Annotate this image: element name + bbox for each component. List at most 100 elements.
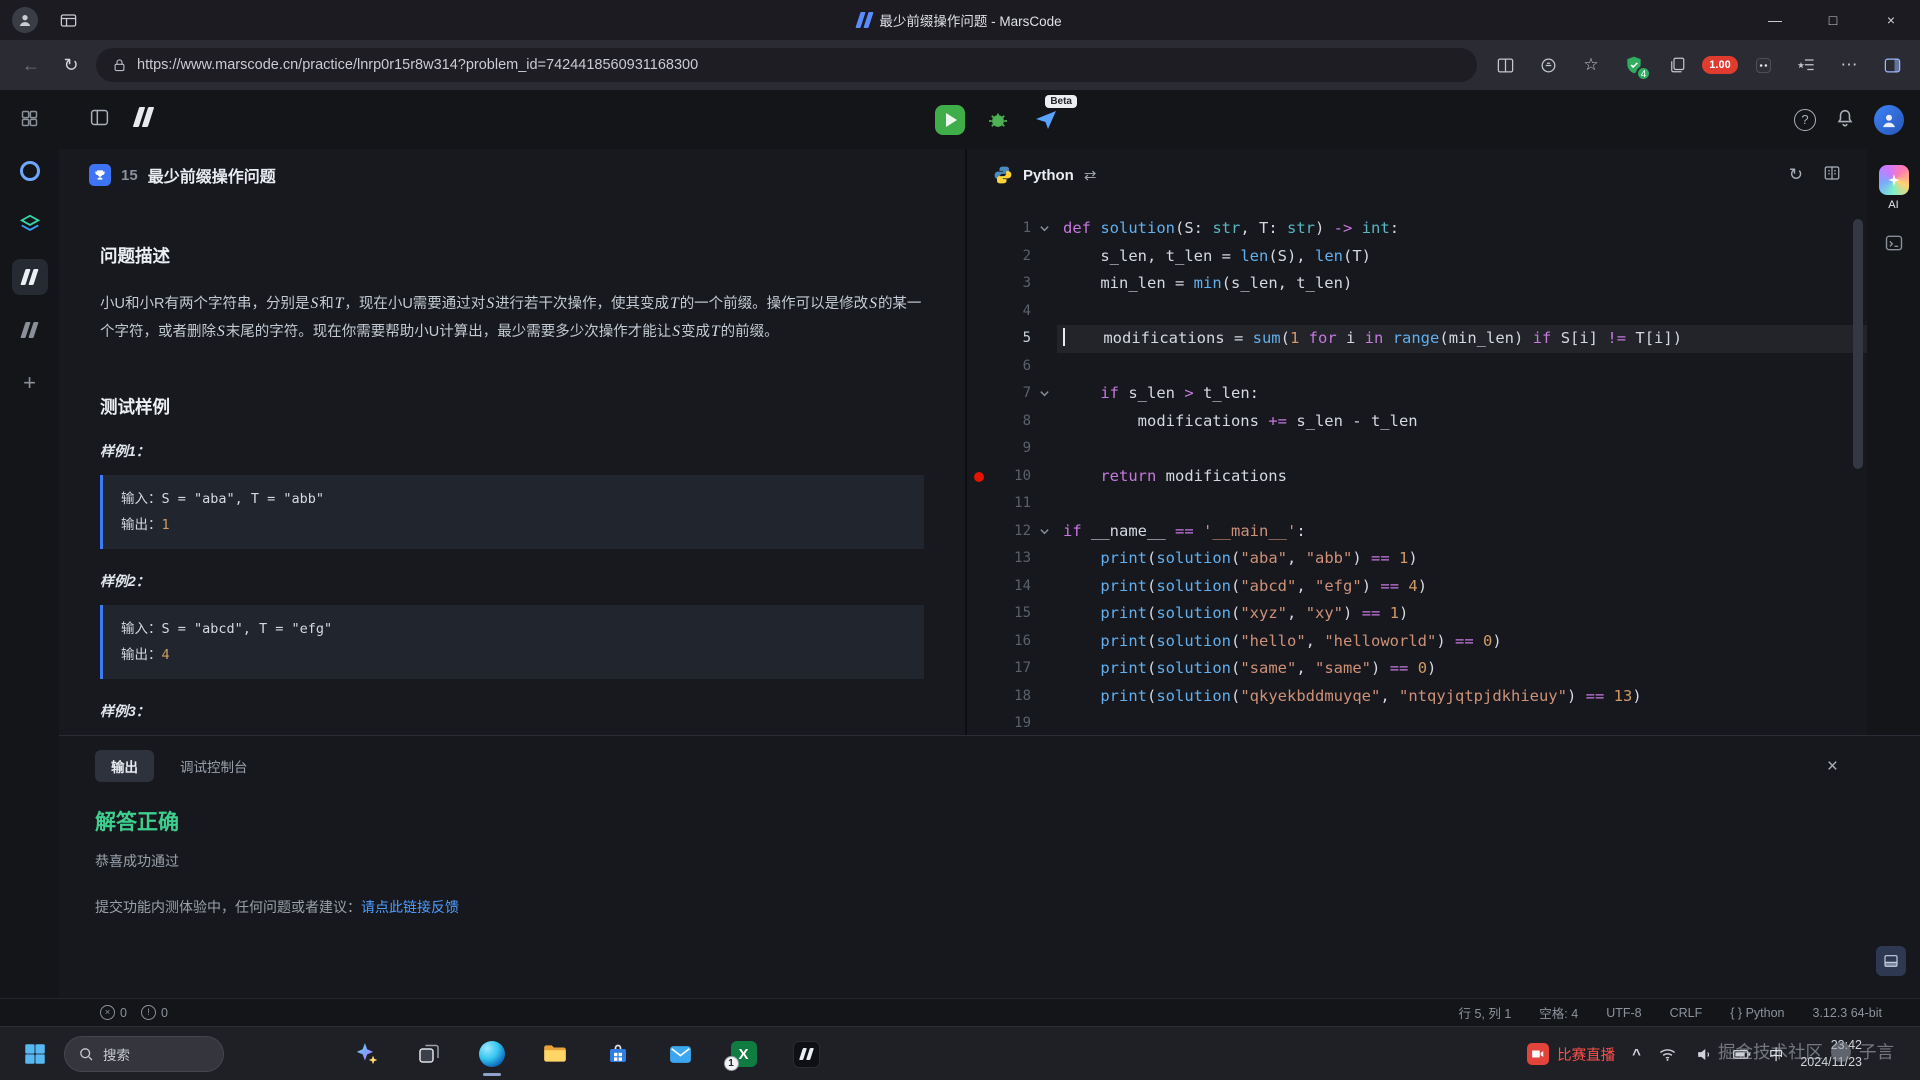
tab-debug-console[interactable]: 调试控制台	[180, 756, 248, 776]
help-button[interactable]: ?	[1794, 108, 1816, 131]
extension-icon[interactable]	[1751, 53, 1775, 77]
breakpoint-gutter[interactable]	[967, 270, 989, 298]
breakpoint-gutter[interactable]	[967, 573, 989, 601]
line-number[interactable]: 18	[989, 683, 1031, 711]
breakpoint-gutter[interactable]	[967, 435, 989, 463]
rail-add-button[interactable]: +	[12, 365, 48, 401]
edge-icon[interactable]	[478, 1041, 505, 1068]
rail-item-explore[interactable]	[12, 153, 48, 189]
code-line-2[interactable]: 2 s_len, t_len = len(S), len(T)	[967, 243, 1867, 271]
status-item-4[interactable]: { } Python	[1730, 1006, 1784, 1020]
errors-indicator[interactable]: × 0	[100, 1005, 127, 1020]
status-item-5[interactable]: 3.12.3 64-bit	[1813, 1006, 1883, 1020]
taskbar-search[interactable]: 搜索	[64, 1036, 224, 1072]
refresh-button[interactable]: ↻	[56, 55, 86, 76]
ai-assistant-button[interactable]: AI	[1878, 165, 1909, 211]
code-line-4[interactable]: 4	[967, 298, 1867, 326]
warnings-indicator[interactable]: ! 0	[140, 1005, 168, 1020]
notifications-bell-icon[interactable]	[1834, 106, 1856, 133]
ime-indicator[interactable]: 中	[1769, 1044, 1784, 1065]
breakpoint-gutter[interactable]	[967, 353, 989, 381]
battery-icon[interactable]	[1732, 1044, 1752, 1064]
code-line-18[interactable]: 18 print(solution("qkyekbddmuyqe", "ntqy…	[967, 683, 1867, 711]
breakpoint-gutter[interactable]	[967, 325, 989, 353]
live-broadcast-button[interactable]: 比赛直播	[1527, 1043, 1615, 1065]
address-bar[interactable]: https://www.marscode.cn/practice/lnrp0r1…	[96, 48, 1477, 82]
language-switch-icon[interactable]: ⇄	[1084, 166, 1097, 184]
line-number[interactable]: 1	[989, 215, 1031, 243]
line-number[interactable]: 5	[989, 325, 1031, 353]
breakpoint-gutter[interactable]	[967, 545, 989, 573]
adblock-shield-icon[interactable]: 4	[1622, 53, 1651, 81]
line-number[interactable]: 4	[989, 298, 1031, 326]
line-number[interactable]: 14	[989, 573, 1031, 601]
code-line-1[interactable]: 1 def solution(S: str, T: str) -> int:	[967, 215, 1867, 243]
wifi-icon[interactable]	[1658, 1044, 1678, 1064]
rail-item-marscode[interactable]	[12, 312, 48, 348]
back-button[interactable]: ←	[16, 55, 46, 76]
line-number[interactable]: 8	[989, 408, 1031, 436]
breakpoint-gutter[interactable]	[967, 683, 989, 711]
store-icon[interactable]	[604, 1041, 631, 1068]
line-number[interactable]: 17	[989, 655, 1031, 683]
line-number[interactable]: 10	[989, 463, 1031, 491]
marscode-taskbar-icon[interactable]	[793, 1040, 820, 1068]
line-number[interactable]: 11	[989, 490, 1031, 518]
status-item-1[interactable]: 空格: 4	[1539, 1003, 1578, 1022]
breakpoint-gutter[interactable]	[967, 408, 989, 436]
breakpoint-gutter[interactable]	[967, 655, 989, 683]
debug-button[interactable]	[983, 105, 1013, 135]
code-line-16[interactable]: 16 print(solution("hello", "helloworld")…	[967, 628, 1867, 656]
status-item-3[interactable]: CRLF	[1670, 1006, 1703, 1020]
task-view-icon[interactable]	[415, 1041, 442, 1068]
line-number[interactable]: 7	[989, 380, 1031, 408]
code-line-14[interactable]: 14 print(solution("abcd", "efg") == 4)	[967, 573, 1867, 601]
breakpoint-gutter[interactable]	[967, 710, 989, 735]
rail-item-marscode-active[interactable]	[11, 259, 48, 295]
workspaces-icon[interactable]	[56, 8, 80, 32]
run-button[interactable]	[935, 104, 965, 135]
fold-chevron-icon[interactable]	[1031, 215, 1057, 243]
user-avatar[interactable]	[1874, 104, 1904, 135]
minimize-button[interactable]: —	[1746, 0, 1804, 40]
code-line-12[interactable]: 12 if __name__ == '__main__':	[967, 518, 1867, 546]
code-line-19[interactable]: 19	[967, 710, 1867, 735]
devtools-icon[interactable]	[1884, 233, 1904, 258]
line-number[interactable]: 13	[989, 545, 1031, 573]
start-button[interactable]	[22, 1041, 48, 1067]
line-number[interactable]: 9	[989, 435, 1031, 463]
volume-icon[interactable]	[1695, 1044, 1715, 1064]
maximize-button[interactable]: □	[1804, 0, 1862, 40]
sidebar-toggle-icon[interactable]	[1880, 53, 1904, 77]
excel-icon[interactable]: X1	[723, 1041, 757, 1071]
favorites-bar-icon[interactable]	[1794, 53, 1818, 77]
fold-chevron-icon[interactable]	[1031, 518, 1057, 546]
breakpoint-gutter[interactable]	[967, 298, 989, 326]
breakpoint-gutter[interactable]	[967, 463, 989, 491]
code-line-11[interactable]: 11	[967, 490, 1867, 518]
line-number[interactable]: 16	[989, 628, 1031, 656]
breakpoint-gutter[interactable]	[967, 215, 989, 243]
format-code-icon[interactable]	[1823, 164, 1841, 187]
file-explorer-icon[interactable]	[541, 1041, 568, 1068]
breakpoint-gutter[interactable]	[967, 490, 989, 518]
line-number[interactable]: 15	[989, 600, 1031, 628]
line-number[interactable]: 19	[989, 710, 1031, 735]
panel-toggle-icon[interactable]	[89, 107, 110, 133]
rail-item-courses[interactable]	[12, 206, 48, 242]
tab-output[interactable]: 输出	[95, 750, 154, 782]
code-line-5[interactable]: 5 modifications = sum(1 for i in range(m…	[967, 325, 1867, 353]
code-line-17[interactable]: 17 print(solution("same", "same") == 0)	[967, 655, 1867, 683]
line-number[interactable]: 6	[989, 353, 1031, 381]
rail-workspace-icon[interactable]	[12, 100, 48, 136]
code-line-9[interactable]: 9	[967, 435, 1867, 463]
code-area[interactable]: 1 def solution(S: str, T: str) -> int: 2 s…	[967, 201, 1867, 735]
reader-mode-icon[interactable]	[1536, 53, 1560, 77]
code-line-8[interactable]: 8 modifications += s_len - t_len	[967, 408, 1867, 436]
code-line-6[interactable]: 6	[967, 353, 1867, 381]
breakpoint-gutter[interactable]	[967, 380, 989, 408]
output-close-icon[interactable]: ×	[1827, 756, 1838, 778]
feedback-link[interactable]: 请点此链接反馈	[361, 899, 459, 915]
status-item-0[interactable]: 行 5, 列 1	[1459, 1003, 1512, 1022]
favorite-star-icon[interactable]: ☆	[1579, 53, 1603, 77]
